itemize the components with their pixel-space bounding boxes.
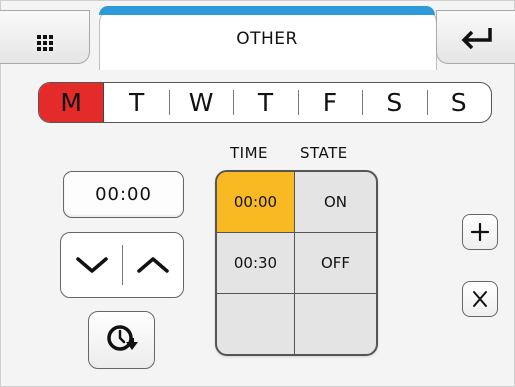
- menu-button[interactable]: [0, 10, 90, 64]
- day-saturday[interactable]: S: [362, 83, 426, 122]
- schedule-time-cell[interactable]: [217, 294, 295, 354]
- enter-return-icon: [461, 28, 492, 50]
- schedule-time-cell[interactable]: 00:30: [217, 233, 295, 294]
- delete-entry-button[interactable]: [462, 281, 498, 317]
- time-column-header: TIME: [230, 144, 269, 162]
- decrease-time-button[interactable]: [61, 233, 122, 297]
- chevron-up-icon: [136, 257, 169, 273]
- schedule-time-cell[interactable]: 00:00: [217, 172, 295, 233]
- time-stepper: [60, 232, 184, 298]
- schedule-state-cell[interactable]: [295, 294, 376, 354]
- schedule-state-cell[interactable]: ON: [295, 172, 376, 233]
- title-tab-accent: [99, 6, 435, 15]
- day-sunday[interactable]: S: [426, 83, 491, 122]
- header: OTHER: [0, 0, 515, 72]
- back-button[interactable]: [436, 10, 515, 64]
- state-column-header: STATE: [300, 144, 348, 162]
- page-title: OTHER: [236, 29, 298, 49]
- increase-time-button[interactable]: [122, 233, 183, 297]
- day-monday[interactable]: M: [39, 83, 105, 122]
- add-entry-button[interactable]: [462, 214, 498, 250]
- grid-icon: [37, 35, 53, 51]
- day-tuesday[interactable]: T: [104, 83, 168, 122]
- schedule-table: 00:00 ON 00:30 OFF: [215, 170, 378, 356]
- plus-icon: [470, 222, 490, 242]
- day-wednesday[interactable]: W: [168, 83, 233, 122]
- timer-button[interactable]: [88, 311, 155, 369]
- clock-arrow-icon: [106, 325, 138, 351]
- x-icon: [473, 291, 487, 307]
- time-display[interactable]: 00:00: [63, 171, 184, 218]
- chevron-down-icon: [75, 257, 108, 273]
- day-selector: M T W T F S S: [38, 82, 492, 123]
- day-thursday[interactable]: T: [233, 83, 297, 122]
- schedule-state-cell[interactable]: OFF: [295, 233, 376, 294]
- day-friday[interactable]: F: [297, 83, 362, 122]
